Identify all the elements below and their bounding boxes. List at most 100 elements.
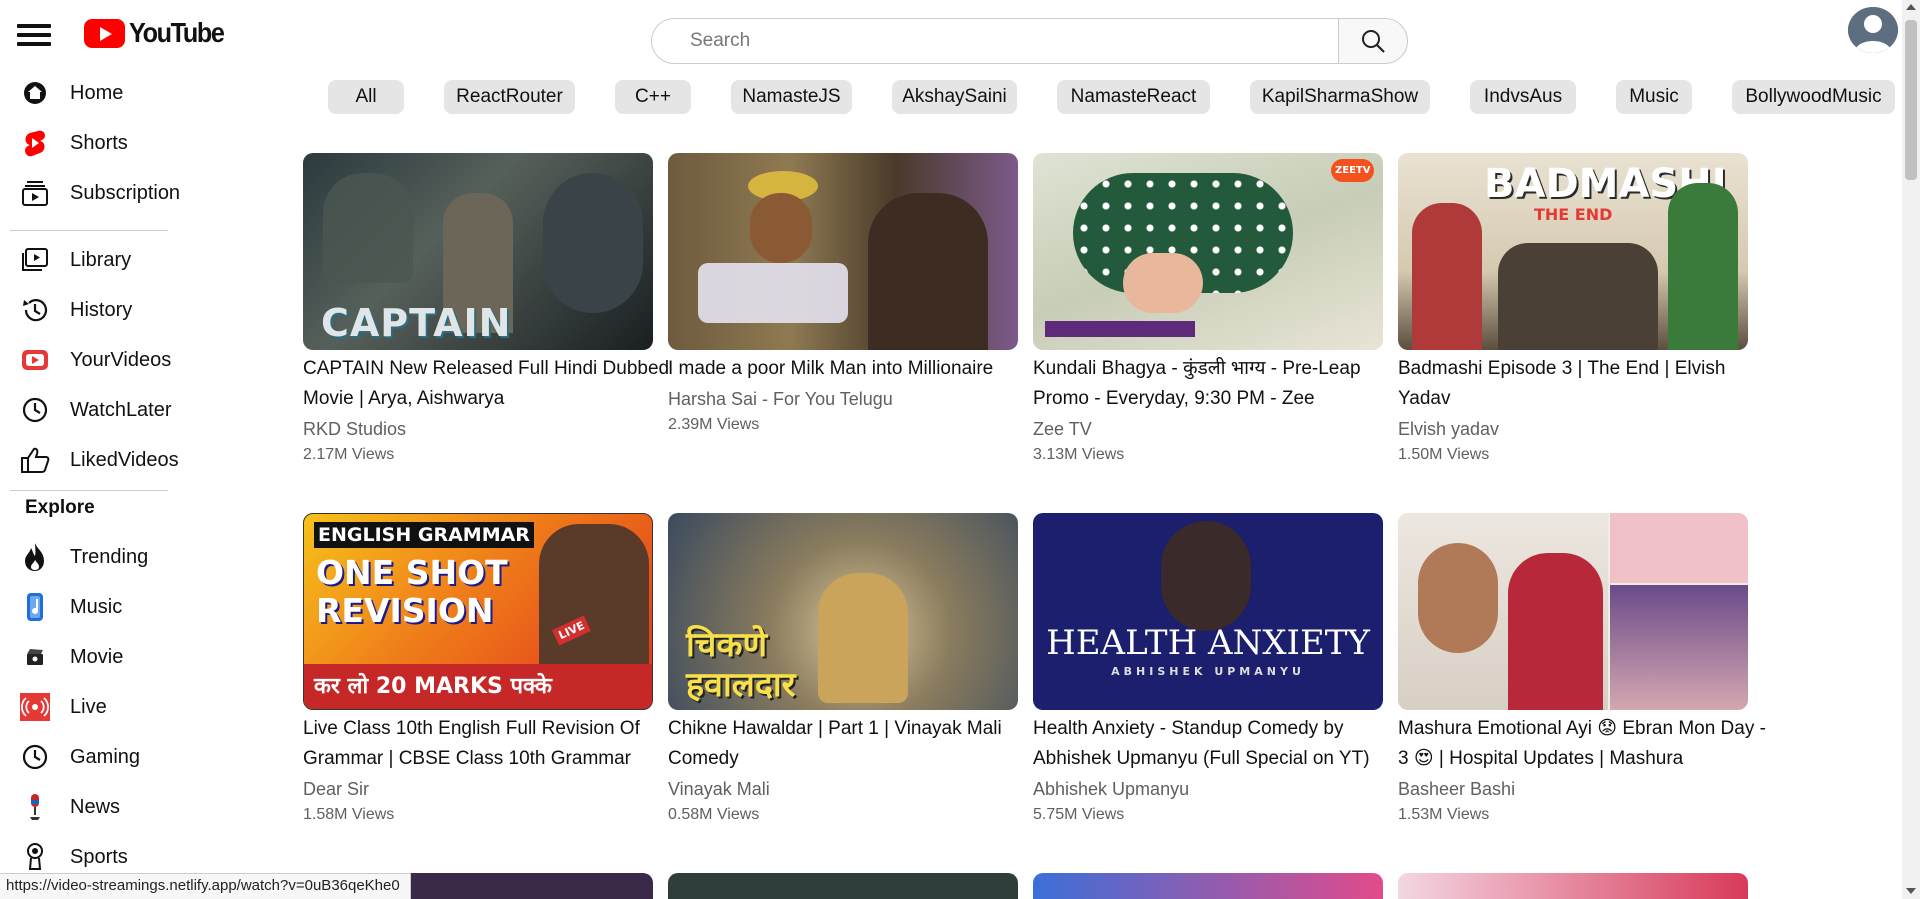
chip-all[interactable]: All xyxy=(328,80,404,114)
video-card[interactable]: BADMASHI THE END Badmashi Episode 3 | Th… xyxy=(1398,153,1748,466)
sidebar-item-shorts[interactable]: Shorts xyxy=(18,122,193,164)
video-title[interactable]: Live Class 10th English Full Revision Of… xyxy=(303,714,678,774)
chip-kapil-sharma-show[interactable]: KapilSharmaShow xyxy=(1250,80,1430,114)
chip-namaste-react[interactable]: NamasteReact xyxy=(1057,80,1210,114)
video-channel[interactable]: Harsha Sai - For You Telugu xyxy=(668,384,1018,414)
video-views: 2.39M Views xyxy=(668,416,760,433)
hamburger-menu-icon[interactable] xyxy=(15,18,55,48)
video-channel[interactable]: Dear Sir xyxy=(303,774,653,804)
sidebar-item-label: Gaming xyxy=(70,745,141,768)
video-thumbnail[interactable] xyxy=(668,153,1018,350)
chip-react-router[interactable]: ReactRouter xyxy=(444,80,575,114)
video-channel[interactable]: RKD Studios xyxy=(303,414,653,444)
sidebar-item-subscription[interactable]: Subscription xyxy=(18,172,193,214)
video-channel[interactable]: Elvish yadav xyxy=(1398,414,1748,444)
sidebar-item-movie[interactable]: Movie xyxy=(18,636,193,678)
video-card[interactable]: Mashura Emotional Ayi 😟 Ebran Mon Day - … xyxy=(1398,513,1766,826)
liked-videos-icon xyxy=(18,443,52,477)
video-card[interactable]: HEALTH ANXIETY ABHISHEK UPMANYU Health A… xyxy=(1033,513,1383,826)
video-title[interactable]: CAPTAIN New Released Full Hindi Dubbed M… xyxy=(303,354,678,414)
sidebar-item-your-videos[interactable]: YourVideos xyxy=(18,339,193,381)
sidebar-item-liked-videos[interactable]: LikedVideos xyxy=(18,439,193,481)
thumb-face xyxy=(1418,543,1498,653)
video-card[interactable]: ZEETV Kundali Bhagya - कुंडली भाग्य - Pr… xyxy=(1033,153,1383,466)
shorts-icon xyxy=(18,126,52,160)
sidebar-item-library[interactable]: Library xyxy=(18,239,193,281)
video-thumbnail[interactable] xyxy=(1398,873,1748,899)
video-thumbnail[interactable]: BADMASHI THE END xyxy=(1398,153,1748,350)
sidebar-item-label: News xyxy=(70,795,121,818)
chip-music[interactable]: Music xyxy=(1616,80,1692,114)
sidebar-item-sports[interactable]: Sports xyxy=(18,836,193,878)
sidebar-item-trending[interactable]: Trending xyxy=(18,536,193,578)
video-card[interactable]: चिकणे हवालदार Chikne Hawaldar | Part 1 |… xyxy=(668,513,1018,826)
sidebar-item-home[interactable]: Home xyxy=(18,72,193,114)
library-icon xyxy=(18,243,52,277)
top-bar: YouTube xyxy=(0,0,1920,80)
video-card[interactable] xyxy=(1033,873,1383,899)
scrollbar-thumb[interactable] xyxy=(1905,20,1917,180)
chip-cpp[interactable]: C++ xyxy=(615,80,691,114)
video-thumbnail[interactable]: ENGLISH GRAMMAR ONE SHOT REVISION LIVE क… xyxy=(303,513,653,710)
trending-icon xyxy=(18,540,52,574)
chip-bollywood-music[interactable]: BollywoodMusic xyxy=(1732,80,1895,114)
video-channel[interactable]: Vinayak Mali xyxy=(668,774,1018,804)
thumb-subtitle-text: ABHISHEK UPMANYU xyxy=(1111,665,1305,678)
video-thumbnail[interactable] xyxy=(1398,513,1748,710)
video-card[interactable] xyxy=(1398,873,1748,899)
sidebar-item-live[interactable]: Live xyxy=(18,686,193,728)
youtube-logo[interactable]: YouTube xyxy=(84,16,234,50)
home-icon xyxy=(18,76,52,110)
status-bar-url: https://video-streamings.netlify.app/wat… xyxy=(0,873,411,899)
thumb-title-text: ONE SHOT REVISION xyxy=(316,553,508,630)
video-title[interactable]: Kundali Bhagya - कुंडली भाग्य - Pre-Leap… xyxy=(1033,354,1408,414)
chip-namaste-js[interactable]: NamasteJS xyxy=(731,80,852,114)
video-title[interactable]: Mashura Emotional Ayi 😟 Ebran Mon Day - … xyxy=(1398,714,1773,774)
sidebar-item-gaming[interactable]: Gaming xyxy=(18,736,193,778)
video-thumbnail[interactable]: चिकणे हवालदार xyxy=(668,513,1018,710)
video-thumbnail[interactable]: ZEETV xyxy=(1033,153,1383,350)
user-avatar[interactable] xyxy=(1848,7,1898,53)
sidebar-item-label: Shorts xyxy=(70,131,128,154)
chip-ind-vs-aus[interactable]: IndvsAus xyxy=(1470,80,1576,114)
video-channel[interactable]: Abhishek Upmanyu xyxy=(1033,774,1383,804)
video-card[interactable] xyxy=(668,873,1018,899)
video-thumbnail[interactable] xyxy=(1033,873,1383,899)
search-icon xyxy=(1362,30,1385,53)
search-button[interactable] xyxy=(1338,18,1408,64)
video-card[interactable]: I made a poor Milk Man into Millionaire … xyxy=(668,153,1018,436)
sidebar-item-label: YourVideos xyxy=(70,348,172,371)
video-title[interactable]: I made a poor Milk Man into Millionaire xyxy=(668,354,1043,384)
sidebar-item-label: Subscription xyxy=(70,181,181,204)
scroll-down-arrow-icon[interactable] xyxy=(1906,888,1916,894)
video-views: 2.17M Views xyxy=(303,446,395,463)
chip-akshay-saini[interactable]: AkshaySaini xyxy=(892,80,1017,114)
sidebar: Home Shorts Subscription Library History… xyxy=(0,70,190,899)
video-channel[interactable]: Basheer Bashi xyxy=(1398,774,1748,804)
thumb-subtitle-text: THE END xyxy=(1534,205,1613,224)
search-input[interactable] xyxy=(651,18,1338,64)
video-thumbnail[interactable]: HEALTH ANXIETY ABHISHEK UPMANYU xyxy=(1033,513,1383,710)
video-views: 5.75M Views xyxy=(1033,806,1125,823)
thumb-title-text: HEALTH ANXIETY xyxy=(1046,623,1370,663)
video-views: 3.13M Views xyxy=(1033,446,1125,463)
video-thumbnail[interactable]: CAPTAIN xyxy=(303,153,653,350)
video-channel[interactable]: Zee TV xyxy=(1033,414,1383,444)
thumb-banner xyxy=(1045,321,1195,337)
video-thumbnail[interactable] xyxy=(668,873,1018,899)
video-views: 1.53M Views xyxy=(1398,806,1490,823)
sidebar-item-watch-later[interactable]: WatchLater xyxy=(18,389,193,431)
sidebar-item-music[interactable]: Music xyxy=(18,586,193,628)
video-card[interactable]: CAPTAIN CAPTAIN New Released Full Hindi … xyxy=(303,153,669,466)
video-title[interactable]: Badmashi Episode 3 | The End | Elvish Ya… xyxy=(1398,354,1773,414)
sidebar-item-label: Library xyxy=(70,248,132,271)
sidebar-item-news[interactable]: News xyxy=(18,786,193,828)
thumb-person xyxy=(1508,553,1603,710)
sidebar-item-history[interactable]: History xyxy=(18,289,193,331)
video-views: 1.50M Views xyxy=(1398,446,1490,463)
music-icon xyxy=(18,590,52,624)
video-title[interactable]: Health Anxiety - Standup Comedy by Abhis… xyxy=(1033,714,1408,774)
video-card[interactable]: ENGLISH GRAMMAR ONE SHOT REVISION LIVE क… xyxy=(303,513,653,826)
scroll-up-arrow-icon[interactable] xyxy=(1906,4,1916,10)
video-title[interactable]: Chikne Hawaldar | Part 1 | Vinayak Mali … xyxy=(668,714,1043,774)
